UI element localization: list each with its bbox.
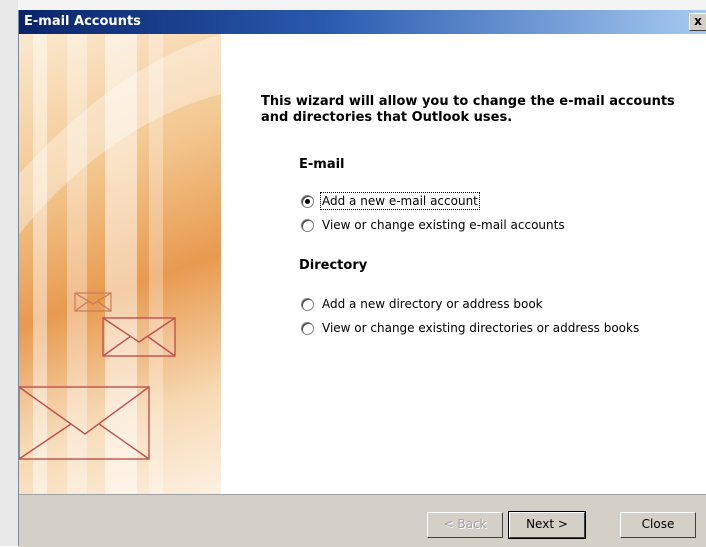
background-window-top	[18, 0, 706, 10]
radio-button-selected[interactable]	[301, 194, 314, 208]
close-button[interactable]: Close	[620, 512, 696, 538]
intro-text: This wizard will allow you to change the…	[261, 94, 675, 125]
back-button[interactable]: < Back	[427, 512, 503, 538]
radio-label: View or change existing e-mail accounts	[322, 218, 565, 232]
radio-button[interactable]	[301, 321, 314, 335]
close-icon: x	[694, 14, 702, 28]
button-bar: < Back Next > Close	[19, 494, 706, 547]
email-heading: E-mail	[299, 157, 345, 172]
radio-add-directory[interactable]: Add a new directory or address book	[301, 295, 543, 313]
close-window-button[interactable]: x	[689, 13, 706, 31]
radio-view-directories[interactable]: View or change existing directories or a…	[301, 319, 639, 337]
envelope-icon	[74, 292, 112, 312]
envelope-icon	[19, 386, 150, 460]
envelope-icon	[102, 317, 176, 357]
radio-label: Add a new directory or address book	[322, 297, 543, 311]
email-accounts-dialog: E-mail Accounts x This wizard will allow…	[18, 10, 706, 547]
wizard-content: This wizard will allow you to change the…	[221, 34, 706, 494]
radio-view-email-accounts[interactable]: View or change existing e-mail accounts	[301, 216, 565, 234]
background-window-edge	[0, 0, 19, 546]
radio-button[interactable]	[301, 297, 314, 311]
wizard-banner-image	[19, 34, 221, 494]
window-title: E-mail Accounts	[24, 14, 141, 29]
radio-add-email-account[interactable]: Add a new e-mail account	[301, 192, 480, 210]
radio-label: View or change existing directories or a…	[322, 321, 640, 335]
envelope-icons	[19, 34, 221, 460]
title-bar[interactable]: E-mail Accounts x	[19, 10, 706, 34]
directory-heading: Directory	[299, 258, 368, 273]
next-button[interactable]: Next >	[508, 511, 586, 539]
radio-label: Add a new e-mail account	[320, 192, 480, 210]
radio-button[interactable]	[301, 218, 314, 232]
